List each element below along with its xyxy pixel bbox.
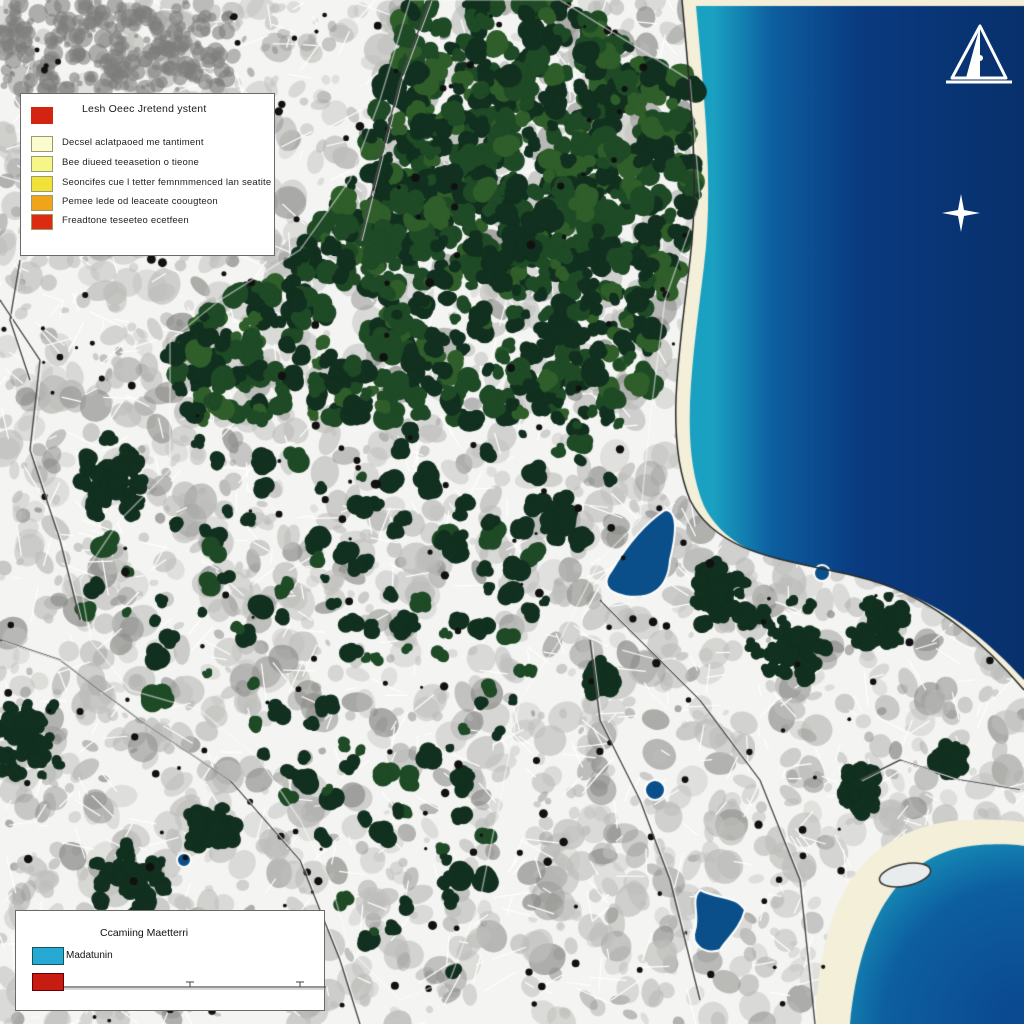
- legend-item: Freadtone teseeteo ecetfeen: [21, 214, 274, 234]
- legend-header-swatch: [31, 107, 53, 124]
- legend-title: Lesh Oeec Jretend ystent: [82, 103, 207, 115]
- legend-swatch-0: [31, 136, 53, 152]
- legend-swatch-1: [31, 156, 53, 172]
- star-icon: [942, 194, 980, 232]
- legend-item: Pemee lede od leaceate coougteon: [21, 195, 274, 215]
- legend-red-swatch: [32, 973, 64, 991]
- legend-item-label: Decsel aclatpaoed me tantiment: [62, 137, 204, 148]
- legend-swatch-3: [31, 195, 53, 211]
- compass-north-icon: [946, 24, 1012, 84]
- legend-item-label: Seoncifes cue l tetter femnmmenced lan s…: [62, 177, 272, 188]
- map-legend: Lesh Oeec Jretend ystent Decsel aclatpao…: [20, 93, 275, 256]
- scale-legend-title: Ccamiing Maetterri: [100, 927, 189, 939]
- legend-water-swatch: [32, 947, 64, 965]
- legend-item-label: Pemee lede od leaceate coougteon: [62, 196, 218, 207]
- legend-item-label: Bee diueed teeasetion o tieone: [62, 157, 199, 168]
- legend-swatch-2: [31, 176, 53, 192]
- scale-legend: Ccamiing Maetterri Madatunin: [15, 910, 326, 1011]
- legend-item: Decsel aclatpaoed me tantiment: [21, 136, 274, 156]
- legend-water-label: Madatunin: [66, 950, 113, 961]
- legend-item: Seoncifes cue l tetter femnmmenced lan s…: [21, 176, 274, 196]
- legend-swatch-4: [31, 214, 53, 230]
- legend-item-label: Freadtone teseeteo ecetfeen: [62, 215, 189, 226]
- legend-item: Bee diueed teeasetion o tieone: [21, 156, 274, 176]
- scale-bar: [64, 981, 326, 990]
